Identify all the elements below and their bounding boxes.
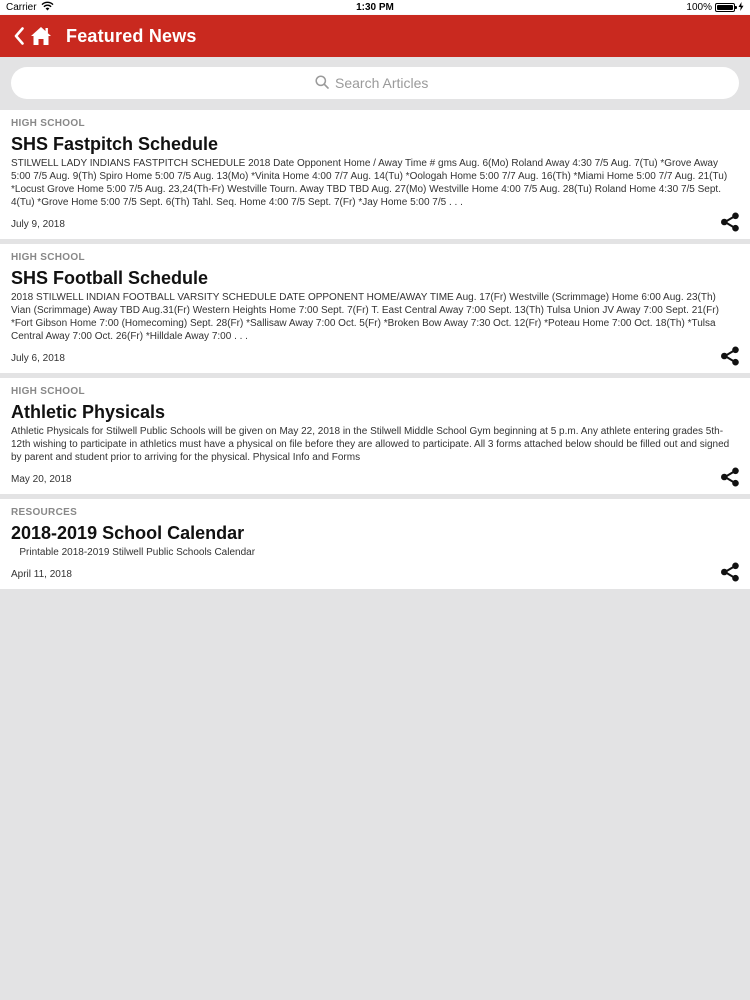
status-time: 1:30 PM	[356, 2, 394, 13]
status-bar: Carrier 1:30 PM 100%	[0, 0, 750, 15]
share-button[interactable]	[720, 467, 740, 487]
article-card[interactable]: RESOURCES 2018-2019 School Calendar Prin…	[0, 499, 750, 589]
article-card[interactable]: HIGH SCHOOL SHS Fastpitch Schedule STILW…	[0, 110, 750, 239]
share-button[interactable]	[720, 212, 740, 232]
battery-icon	[715, 3, 737, 12]
share-button[interactable]	[720, 346, 740, 366]
carrier-label: Carrier	[6, 2, 37, 13]
search-bar	[0, 57, 750, 109]
article-title[interactable]: SHS Fastpitch Schedule	[11, 134, 739, 154]
status-left: Carrier	[6, 1, 54, 14]
article-excerpt: Printable 2018-2019 Stilwell Public Scho…	[11, 547, 256, 558]
article-list: HIGH SCHOOL SHS Fastpitch Schedule STILW…	[0, 110, 750, 594]
article-excerpt: STILWELL LADY INDIANS FASTPITCH SCHEDULE…	[11, 158, 728, 208]
home-icon	[30, 26, 52, 46]
battery-percent: 100%	[686, 2, 712, 13]
chevron-left-icon	[14, 27, 24, 45]
article-excerpt: Athletic Physicals for Stilwell Public S…	[11, 426, 730, 463]
share-icon	[721, 212, 739, 232]
battery-fill	[717, 5, 733, 10]
nav-bar: Featured News	[0, 15, 750, 57]
article-category: HIGH SCHOOL	[11, 386, 85, 397]
share-button[interactable]	[720, 562, 740, 582]
search-input[interactable]	[335, 75, 435, 91]
article-category: HIGH SCHOOL	[11, 118, 85, 129]
share-icon	[721, 346, 739, 366]
article-date: May 20, 2018	[11, 474, 72, 485]
charging-icon	[738, 1, 744, 14]
article-title[interactable]: SHS Football Schedule	[11, 268, 739, 288]
share-icon	[721, 562, 739, 582]
article-category: HIGH SCHOOL	[11, 252, 85, 263]
wifi-icon	[41, 1, 54, 14]
article-date: July 6, 2018	[11, 353, 65, 364]
status-right: 100%	[686, 1, 744, 14]
article-date: July 9, 2018	[11, 219, 65, 230]
article-date: April 11, 2018	[11, 569, 72, 580]
article-category: RESOURCES	[11, 507, 78, 518]
page-title: Featured News	[66, 25, 197, 46]
article-title[interactable]: 2018-2019 School Calendar	[11, 523, 739, 543]
search-icon	[315, 74, 329, 92]
back-home-button[interactable]	[14, 26, 52, 46]
article-excerpt: 2018 STILWELL INDIAN FOOTBALL VARSITY SC…	[11, 292, 719, 342]
share-icon	[721, 467, 739, 487]
article-title[interactable]: Athletic Physicals	[11, 402, 739, 422]
search-field[interactable]	[11, 67, 739, 99]
article-card[interactable]: HIGH SCHOOL Athletic Physicals Athletic …	[0, 378, 750, 494]
article-card[interactable]: HIGH SCHOOL SHS Football Schedule 2018 S…	[0, 244, 750, 373]
